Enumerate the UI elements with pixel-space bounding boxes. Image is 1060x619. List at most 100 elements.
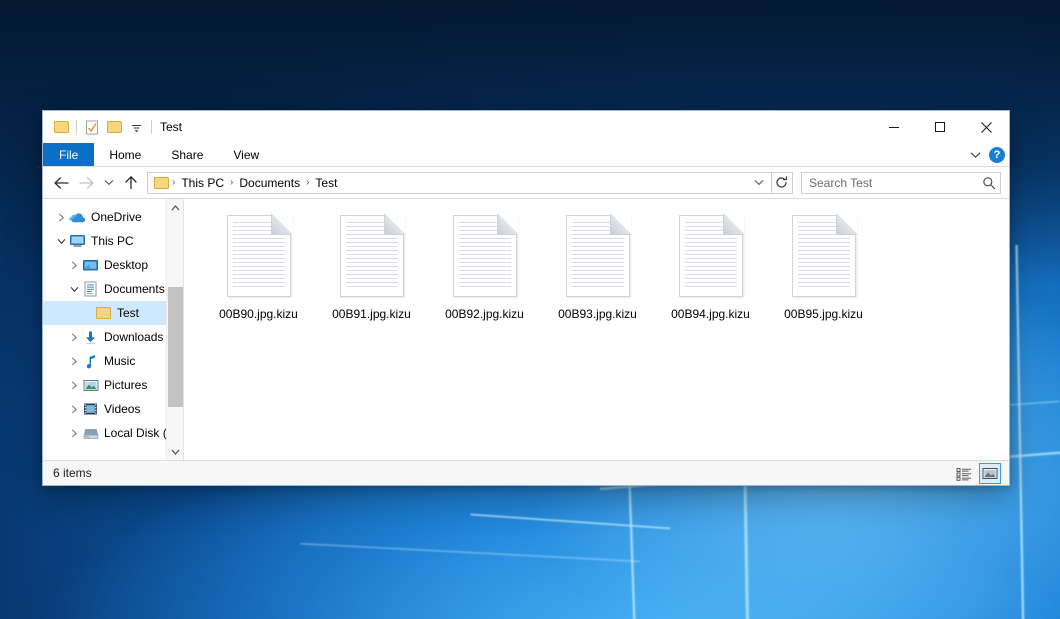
- list-item[interactable]: 00B94.jpg.kizu: [654, 211, 767, 321]
- breadcrumb-item-test[interactable]: Test: [310, 176, 342, 190]
- up-button[interactable]: [118, 171, 143, 195]
- generic-file-icon: [679, 215, 743, 297]
- breadcrumb-item-documents[interactable]: Documents: [234, 176, 305, 190]
- sidebar-item-label: Pictures: [104, 378, 147, 392]
- desktop-icon: [82, 257, 99, 274]
- chevron-down-icon[interactable]: [53, 229, 69, 253]
- file-name-label: 00B91.jpg.kizu: [332, 307, 411, 321]
- chevron-right-icon[interactable]: [53, 205, 69, 229]
- pictures-icon: [82, 377, 99, 394]
- breadcrumb-item-this-pc[interactable]: This PC: [176, 176, 229, 190]
- item-count-label: 6 items: [53, 466, 92, 480]
- list-item[interactable]: 00B90.jpg.kizu: [202, 211, 315, 321]
- search-box[interactable]: Search Test: [801, 172, 1001, 194]
- list-item[interactable]: 00B93.jpg.kizu: [541, 211, 654, 321]
- sidebar-item-downloads[interactable]: Downloads: [43, 325, 183, 349]
- sidebar-item-label: OneDrive: [91, 210, 142, 224]
- this-pc-icon: [69, 233, 86, 250]
- sidebar-item-this-pc[interactable]: This PC: [43, 229, 183, 253]
- new-folder-icon[interactable]: [103, 116, 125, 138]
- search-icon[interactable]: [982, 176, 996, 190]
- generic-file-icon: [453, 215, 517, 297]
- file-name-label: 00B93.jpg.kizu: [558, 307, 637, 321]
- chevron-right-icon[interactable]: [66, 373, 82, 397]
- navigation-bar: › This PC › Documents › Test Search Test: [43, 167, 1009, 198]
- address-bar-controls: [749, 173, 769, 193]
- folder-icon: [95, 305, 112, 322]
- sidebar-item-music[interactable]: Music: [43, 349, 183, 373]
- sidebar-item-test[interactable]: Test: [43, 301, 183, 325]
- generic-file-icon: [340, 215, 404, 297]
- tab-home[interactable]: Home: [94, 143, 156, 166]
- help-icon[interactable]: ?: [989, 147, 1005, 163]
- qat-separator-1: [76, 120, 77, 134]
- sidebar-item-label: Videos: [104, 402, 140, 416]
- sidebar-item-label: Desktop: [104, 258, 148, 272]
- window-title: Test: [160, 120, 182, 134]
- chevron-right-icon[interactable]: [66, 349, 82, 373]
- chevron-down-icon[interactable]: [749, 173, 769, 193]
- search-input[interactable]: Search Test: [809, 176, 982, 190]
- caption-buttons: [871, 111, 1009, 143]
- sidebar-item-pictures[interactable]: Pictures: [43, 373, 183, 397]
- scroll-down-icon[interactable]: [167, 443, 184, 460]
- tab-file[interactable]: File: [43, 143, 94, 166]
- back-button[interactable]: [49, 171, 74, 195]
- sidebar-item-onedrive[interactable]: OneDrive: [43, 205, 183, 229]
- chevron-down-icon[interactable]: [125, 116, 147, 138]
- close-button[interactable]: [963, 111, 1009, 143]
- chevron-right-icon[interactable]: [66, 253, 82, 277]
- file-list-view[interactable]: 00B90.jpg.kizu 00B91.jpg.kizu 00B92.jpg.…: [184, 199, 1009, 460]
- sidebar-item-label: Test: [117, 306, 139, 320]
- sidebar-item-videos[interactable]: Videos: [43, 397, 183, 421]
- minimize-button[interactable]: [871, 111, 917, 143]
- ribbon-tab-bar: File Home Share View ?: [43, 143, 1009, 167]
- window-body: OneDrive This PC: [43, 198, 1009, 460]
- list-item[interactable]: 00B91.jpg.kizu: [315, 211, 428, 321]
- file-name-label: 00B92.jpg.kizu: [445, 307, 524, 321]
- maximize-button[interactable]: [917, 111, 963, 143]
- documents-icon: [82, 281, 99, 298]
- qat-separator-2: [151, 120, 152, 134]
- chevron-right-icon[interactable]: [66, 397, 82, 421]
- folder-icon: [154, 177, 169, 189]
- generic-file-icon: [566, 215, 630, 297]
- downloads-icon: [82, 329, 99, 346]
- file-grid: 00B90.jpg.kizu 00B91.jpg.kizu 00B92.jpg.…: [184, 207, 1009, 321]
- file-name-label: 00B95.jpg.kizu: [784, 307, 863, 321]
- scrollbar-thumb[interactable]: [168, 287, 183, 407]
- sidebar-item-label: Music: [104, 354, 135, 368]
- view-toggle-group: [953, 461, 1001, 486]
- navigation-pane: OneDrive This PC: [43, 199, 184, 460]
- file-explorer-window: Test File Home Share View ?: [42, 110, 1010, 486]
- chevron-right-icon[interactable]: [66, 325, 82, 349]
- list-item[interactable]: 00B95.jpg.kizu: [767, 211, 880, 321]
- properties-icon[interactable]: [81, 116, 103, 138]
- address-bar[interactable]: › This PC › Documents › Test: [147, 172, 772, 194]
- chevron-down-icon[interactable]: [66, 277, 82, 301]
- recent-locations-button[interactable]: [99, 171, 118, 195]
- forward-button[interactable]: [74, 171, 99, 195]
- local-disk-icon: [82, 425, 99, 442]
- sidebar-item-local-disk-c[interactable]: Local Disk (C:): [43, 421, 183, 445]
- videos-icon: [82, 401, 99, 418]
- tab-view[interactable]: View: [218, 143, 274, 166]
- folder-icon[interactable]: [50, 116, 72, 138]
- scroll-up-icon[interactable]: [167, 199, 184, 216]
- sidebar-scrollbar[interactable]: [166, 199, 183, 460]
- list-item[interactable]: 00B92.jpg.kizu: [428, 211, 541, 321]
- sidebar-item-label: This PC: [91, 234, 134, 248]
- breadcrumb: › This PC › Documents › Test: [171, 176, 749, 190]
- file-name-label: 00B94.jpg.kizu: [671, 307, 750, 321]
- refresh-button[interactable]: [771, 172, 793, 194]
- generic-file-icon: [227, 215, 291, 297]
- file-name-label: 00B90.jpg.kizu: [219, 307, 298, 321]
- sidebar-item-documents[interactable]: Documents: [43, 277, 183, 301]
- quick-access-toolbar: [50, 116, 156, 138]
- tab-share[interactable]: Share: [156, 143, 218, 166]
- chevron-down-icon[interactable]: [967, 145, 983, 165]
- sidebar-item-desktop[interactable]: Desktop: [43, 253, 183, 277]
- details-view-button[interactable]: [953, 463, 975, 484]
- chevron-right-icon[interactable]: [66, 421, 82, 445]
- large-icons-view-button[interactable]: [979, 463, 1001, 484]
